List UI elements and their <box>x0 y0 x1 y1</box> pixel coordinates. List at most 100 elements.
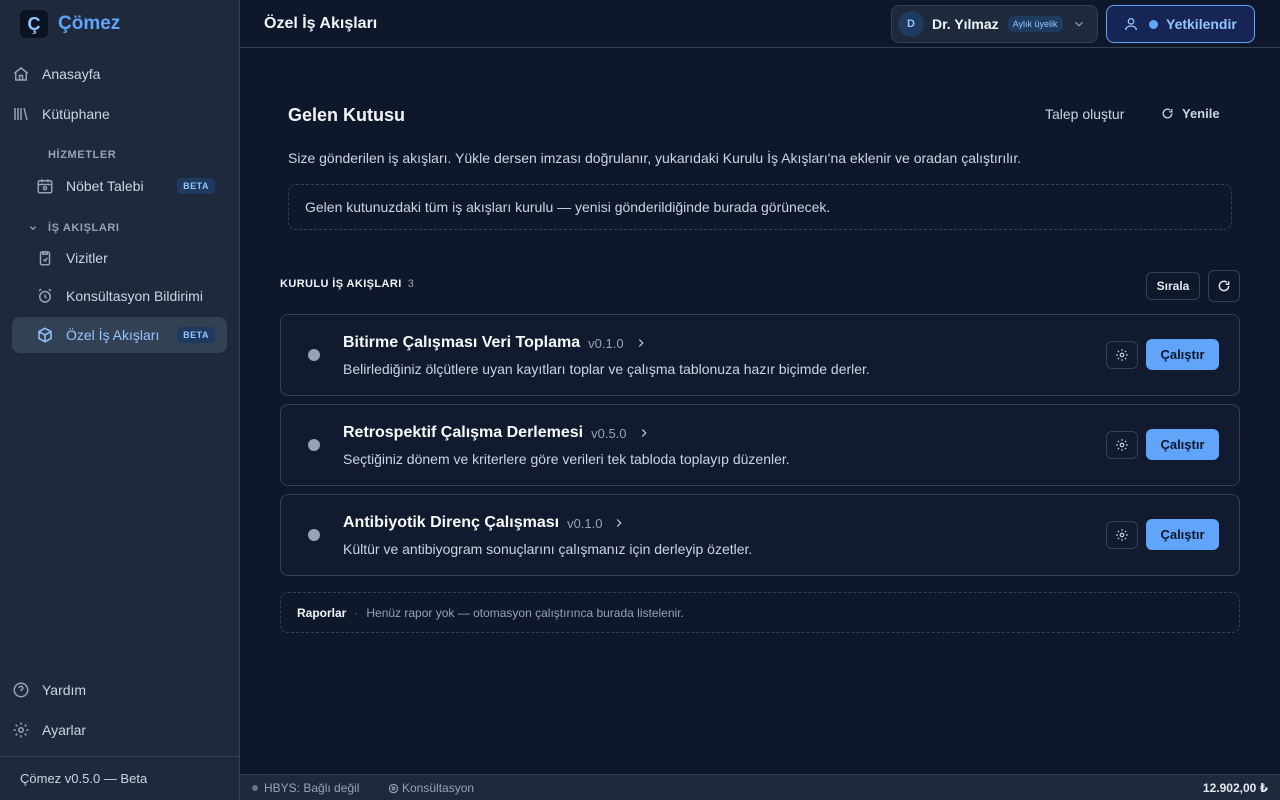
workflow-status-dot <box>308 529 320 541</box>
authorize-label: Yetkilendir <box>1166 16 1237 32</box>
sidebar-item-visits[interactable]: Vizitler <box>12 240 227 276</box>
plan-badge: Aylık üyelik <box>1007 16 1063 32</box>
brand-logo-icon: Ç <box>20 10 48 38</box>
sidebar-item-help[interactable]: Yardım <box>12 672 227 708</box>
workflow-version: v0.1.0 <box>567 515 603 531</box>
installed-workflows-heading: KURULU İŞ AKIŞLARI 3 <box>280 278 414 290</box>
sidebar-item-label: Ayarlar <box>42 722 87 738</box>
home-icon <box>12 65 30 83</box>
hbys-status-label: HBYS: Bağlı değil <box>264 781 360 795</box>
workflow-description: Belirlediğiniz ölçütlere uyan kayıtları … <box>343 361 870 377</box>
sidebar-item-shift-request[interactable]: Nöbet Talebi BETA <box>12 168 227 204</box>
sidebar-item-label: Yardım <box>42 682 87 698</box>
workflow-settings-button[interactable] <box>1106 521 1138 549</box>
workflow-title[interactable]: Antibiyotik Direnç Çalışması v0.1.0 <box>343 514 626 532</box>
consult-status[interactable]: Konsültasyon <box>388 781 474 795</box>
sidebar-item-label: Konsültasyon Bildirimi <box>66 288 203 304</box>
authorize-button[interactable]: Yetkilendir <box>1106 5 1255 43</box>
clipboard-icon <box>36 249 54 267</box>
consult-status-label: Konsültasyon <box>402 781 475 795</box>
gear-icon <box>12 721 30 739</box>
user-menu[interactable]: D Dr. Yılmaz Aylık üyelik <box>891 5 1098 43</box>
brand[interactable]: Ç Çömez <box>20 10 120 38</box>
beta-badge: BETA <box>177 327 215 343</box>
inbox-empty-text: Gelen kutunuzdaki tüm iş akışları kurulu… <box>305 199 831 215</box>
run-button[interactable]: Çalıştır <box>1146 519 1219 550</box>
installed-count: 3 <box>407 278 415 290</box>
inbox-description: Size gönderilen iş akışları. Yükle derse… <box>288 150 1022 166</box>
sidebar-item-label: Kütüphane <box>42 106 110 122</box>
sidebar-item-custom-workflows[interactable]: Özel İş Akışları BETA <box>12 317 227 353</box>
status-dot <box>1149 19 1158 29</box>
create-request-label: Talep oluştur <box>1045 106 1125 122</box>
workflow-card: Antibiyotik Direnç Çalışması v0.1.0 Kült… <box>280 494 1240 576</box>
main-content: Gelen Kutusu Talep oluştur Yenile Size g… <box>240 48 1280 774</box>
chevron-down-icon <box>1072 17 1086 31</box>
user-icon <box>1123 16 1139 32</box>
installed-title: KURULU İŞ AKIŞLARI <box>280 278 402 290</box>
app-version: Çömez v0.5.0 — Beta <box>0 756 240 800</box>
workflow-description: Kültür ve antibiyogram sonuçlarını çalış… <box>343 541 753 557</box>
gear-icon <box>1116 529 1128 541</box>
sidebar: Ç Çömez Anasayfa Kütüphane HİZMETLER Nöb… <box>0 0 240 800</box>
run-button[interactable]: Çalıştır <box>1146 339 1219 370</box>
workflow-name: Bitirme Çalışması Veri Toplama <box>343 334 581 351</box>
sidebar-item-label: Anasayfa <box>42 66 101 82</box>
sidebar-item-label: Nöbet Talebi <box>66 178 144 194</box>
gear-icon <box>1116 349 1128 361</box>
reports-separator: · <box>354 605 359 620</box>
reports-panel: Raporlar · Henüz rapor yok — otomasyon ç… <box>280 592 1240 633</box>
sidebar-item-label: Vizitler <box>66 250 108 266</box>
top-bar: Özel İş Akışları D Dr. Yılmaz Aylık üyel… <box>240 0 1280 48</box>
workflow-card: Retrospektif Çalışma Derlemesi v0.5.0 Se… <box>280 404 1240 486</box>
chevron-right-icon <box>634 336 648 350</box>
refresh-icon <box>1162 108 1173 119</box>
section-title-services: HİZMETLER <box>48 149 117 161</box>
hbys-status[interactable]: HBYS: Bağlı değil <box>252 781 359 795</box>
chevron-right-icon <box>612 516 626 530</box>
sidebar-item-library[interactable]: Kütüphane <box>12 96 227 132</box>
refresh-inbox-button[interactable]: Yenile <box>1161 106 1220 121</box>
workflow-status-dot <box>308 439 320 451</box>
section-title-workflows[interactable]: İŞ AKIŞLARI <box>28 222 120 234</box>
sidebar-item-home[interactable]: Anasayfa <box>12 56 227 92</box>
refresh-icon <box>1218 280 1230 292</box>
inbox-title: Gelen Kutusu <box>288 105 406 125</box>
inbox-empty-state: Gelen kutunuzdaki tüm iş akışları kurulu… <box>288 184 1232 230</box>
chevron-right-icon <box>637 426 651 440</box>
library-icon <box>12 105 30 123</box>
reports-empty-text: Henüz rapor yok — otomasyon çalıştırınca… <box>366 605 684 620</box>
workflow-status-dot <box>308 349 320 361</box>
workflow-settings-button[interactable] <box>1106 341 1138 369</box>
workflow-name: Antibiyotik Direnç Çalışması <box>343 514 560 531</box>
status-bar: HBYS: Bağlı değil Konsültasyon 12.902,00… <box>240 774 1280 800</box>
sidebar-item-settings[interactable]: Ayarlar <box>12 712 227 748</box>
chevron-down-icon <box>30 226 36 231</box>
workflow-title[interactable]: Bitirme Çalışması Veri Toplama v0.1.0 <box>343 334 648 352</box>
sidebar-item-label: Özel İş Akışları <box>66 327 160 343</box>
reports-label: Raporlar <box>297 605 347 620</box>
section-title-label: İŞ AKIŞLARI <box>48 222 120 234</box>
beta-badge: BETA <box>177 178 215 194</box>
balance-total: 12.902,00 ₺ <box>1202 781 1268 795</box>
help-circle-icon <box>12 681 30 699</box>
workflow-description: Seçtiğiniz dönem ve kriterlere göre veri… <box>343 451 790 467</box>
status-dot <box>252 785 258 791</box>
sort-button[interactable]: Sırala <box>1146 272 1200 300</box>
workflow-version: v0.1.0 <box>588 335 624 351</box>
alarm-clock-icon <box>36 287 54 305</box>
sidebar-item-consult[interactable]: Konsültasyon Bildirimi <box>12 278 227 314</box>
user-name: Dr. Yılmaz <box>932 16 999 32</box>
refresh-installed-button[interactable] <box>1208 270 1240 302</box>
page-title: Özel İş Akışları <box>264 15 378 32</box>
create-request-button[interactable]: Talep oluştur <box>1045 106 1124 122</box>
target-icon <box>388 783 399 793</box>
brand-name: Çömez <box>58 13 121 34</box>
avatar: D <box>898 11 924 37</box>
workflow-title[interactable]: Retrospektif Çalışma Derlemesi v0.5.0 <box>343 424 651 442</box>
calendar-icon <box>36 177 54 195</box>
run-button[interactable]: Çalıştır <box>1146 429 1219 460</box>
workflow-name: Retrospektif Çalışma Derlemesi <box>343 424 584 441</box>
workflow-settings-button[interactable] <box>1106 431 1138 459</box>
workflow-card: Bitirme Çalışması Veri Toplama v0.1.0 Be… <box>280 314 1240 396</box>
